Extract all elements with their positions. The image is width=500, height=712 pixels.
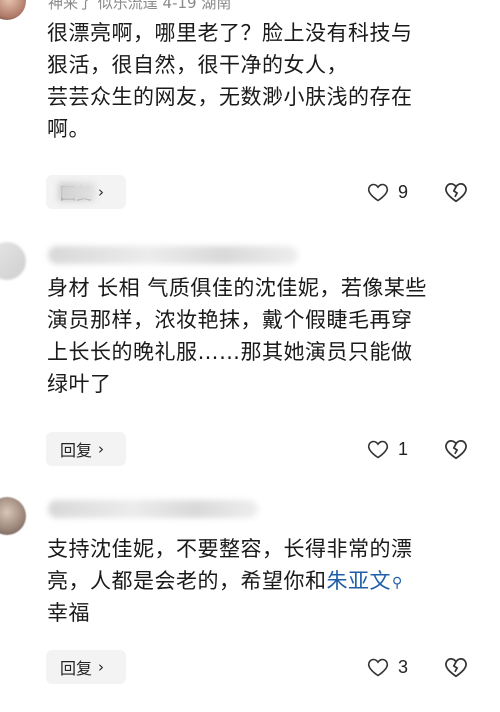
comment-text-line: 支持沈佳妮，不要整容，长得非常的漂 [47,537,413,561]
comment-text-line: 身材 长相 气质俱佳的沈佳妮，若像某些 [47,276,427,300]
comment-text: 身材 长相 气质俱佳的沈佳妮，若像某些 演员那样，浓妆艳抹，戴个假睫毛再穿 上长… [47,272,487,400]
chevron-right-icon: › [98,658,105,676]
avatar[interactable] [0,0,26,20]
like-button[interactable]: 3 [366,655,408,679]
comment-text-line: 亮，人都是会老的，希望你和朱亚文⚲ [47,565,487,597]
like-button[interactable]: 9 [366,180,408,204]
broken-heart-icon [445,183,467,203]
reply-button[interactable]: 回复 › [46,432,126,466]
chevron-right-icon: › [98,440,105,458]
blurred-username [48,500,258,518]
blurred-username [48,246,298,264]
like-count: 1 [398,438,409,459]
chevron-right-icon: › [98,183,105,201]
search-icon: ⚲ [392,575,403,591]
mention-link-text: 朱亚文 [326,569,391,593]
comment-text-line: 上长长的晚礼服……那其她演员只能做 [47,340,413,364]
mention-link[interactable]: 朱亚文⚲ [327,569,403,593]
comment-text-line: 幸福 [47,601,90,625]
comment-text-line: 很漂亮啊，哪里老了？脸上没有科技与 [47,21,413,45]
reply-label: 回复 [60,659,93,678]
comment-meta: 神来了 似乐流逞 4-19 湖南 [48,0,232,12]
like-count: 9 [398,181,409,202]
heart-icon [367,183,389,202]
avatar[interactable] [0,242,26,280]
heart-icon [367,440,389,459]
reply-label: 回复 [60,441,93,460]
dislike-button[interactable] [443,179,469,209]
like-count: 3 [398,656,409,677]
comment-text: 很漂亮啊，哪里老了？脸上没有科技与 狠活，很自然，很干净的女人， 芸芸众生的网友… [47,17,487,145]
broken-heart-icon [445,440,467,460]
comment-text: 支持沈佳妮，不要整容，长得非常的漂 亮，人都是会老的，希望你和朱亚文⚲ 幸福 [47,533,487,629]
comment-text-line: 绿叶了 [47,372,112,396]
blurred-overlay [58,182,96,202]
like-button[interactable]: 1 [366,437,408,461]
reply-button[interactable]: 回复 › [46,175,126,209]
avatar[interactable] [0,497,26,535]
dislike-button[interactable] [443,654,469,684]
heart-icon [367,658,389,677]
comment-text-line: 芸芸众生的网友，无数渺小肤浅的存在 [47,85,413,109]
dislike-button[interactable] [443,436,469,466]
comment-text-line: 狠活，很自然，很干净的女人， [47,53,348,77]
comment-text-line: 演员那样，浓妆艳抹，戴个假睫毛再穿 [47,308,413,332]
comment-text-line: 啊。 [47,117,90,141]
comment-text-fragment: 亮，人都是会老的，希望你和 [47,569,327,593]
reply-button[interactable]: 回复 › [46,650,126,684]
broken-heart-icon [445,658,467,678]
